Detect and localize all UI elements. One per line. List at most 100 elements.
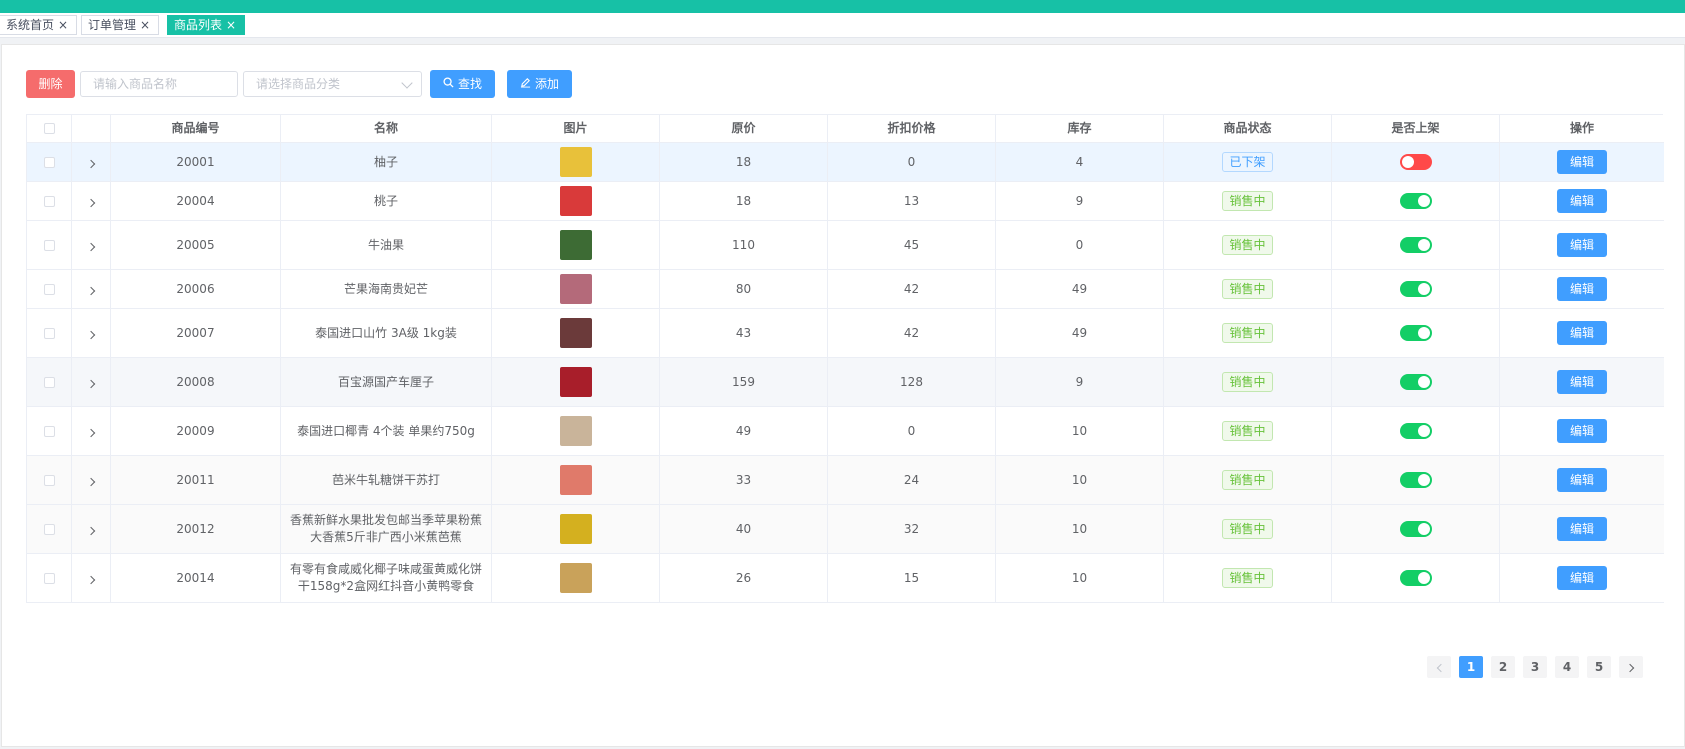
product-image [559, 367, 592, 397]
action-cell: 编辑 [1500, 309, 1664, 357]
listed-toggle[interactable] [1399, 281, 1432, 297]
tab-label: 商品列表 [174, 18, 223, 32]
page-button[interactable]: 5 [1587, 656, 1611, 678]
close-icon[interactable]: × [58, 16, 68, 34]
product-id-cell: 20004 [111, 182, 281, 220]
page-button[interactable]: 3 [1523, 656, 1547, 678]
listed-cell [1332, 182, 1500, 220]
product-name-input[interactable]: 请输入商品名称 [80, 71, 238, 97]
edit-button[interactable]: 编辑 [1557, 321, 1607, 345]
toggle-knob [1401, 156, 1414, 168]
tab-order-management[interactable]: 订单管理 × [81, 15, 160, 35]
chevron-left-icon [1436, 663, 1445, 673]
expand-arrow-icon[interactable] [86, 286, 96, 296]
edit-button[interactable]: 编辑 [1557, 370, 1607, 394]
edit-button[interactable]: 编辑 [1557, 277, 1607, 301]
product-image [559, 318, 592, 348]
add-button[interactable]: 添加 [507, 70, 572, 98]
discount-price-cell: 45 [828, 221, 996, 269]
original-price-cell: 33 [660, 456, 828, 504]
select-all-cell [27, 115, 72, 142]
row-checkbox[interactable] [43, 283, 55, 295]
expand-arrow-icon[interactable] [86, 526, 96, 536]
product-id-cell: 20001 [111, 143, 281, 181]
row-checkbox[interactable] [43, 195, 55, 207]
original-price-cell: 26 [660, 554, 828, 602]
expand-arrow-icon[interactable] [86, 477, 96, 487]
edit-button[interactable]: 编辑 [1557, 468, 1607, 492]
status-badge: 销售中 [1222, 191, 1273, 211]
listed-toggle[interactable] [1399, 423, 1432, 439]
page-button[interactable]: 2 [1491, 656, 1515, 678]
listed-toggle[interactable] [1399, 472, 1432, 488]
product-id-cell: 20006 [111, 270, 281, 308]
row-checkbox[interactable] [43, 156, 55, 168]
product-image [559, 147, 592, 177]
tab-label: 系统首页 [6, 18, 55, 32]
category-select[interactable]: 请选择商品分类 [243, 71, 422, 97]
discount-price-cell: 42 [828, 309, 996, 357]
status-badge: 已下架 [1222, 152, 1273, 172]
edit-button[interactable]: 编辑 [1557, 419, 1607, 443]
table-row: 20011 芭米牛轧糖饼干苏打 33 24 10 销售中 编辑 [27, 456, 1664, 505]
product-name-cell: 香蕉新鲜水果批发包邮当季苹果粉蕉大香蕉5斤非广西小米蕉芭蕉 [281, 505, 492, 553]
expand-arrow-icon[interactable] [86, 242, 96, 252]
edit-button[interactable]: 编辑 [1557, 150, 1607, 174]
listed-toggle[interactable] [1399, 521, 1432, 537]
listed-toggle[interactable] [1399, 154, 1432, 170]
row-checkbox[interactable] [43, 425, 55, 437]
column-header: 图片 [492, 115, 660, 142]
search-button[interactable]: 查找 [430, 70, 495, 98]
expand-cell [72, 309, 111, 357]
expand-arrow-icon[interactable] [86, 379, 96, 389]
listed-cell [1332, 554, 1500, 602]
page-button[interactable]: 1 [1459, 656, 1483, 678]
close-icon[interactable]: × [140, 16, 150, 34]
listed-toggle[interactable] [1399, 374, 1432, 390]
tab-product-list[interactable]: 商品列表 × [167, 15, 246, 35]
edit-button[interactable]: 编辑 [1557, 517, 1607, 541]
expand-arrow-icon[interactable] [86, 198, 96, 208]
tab-home[interactable]: 系统首页 × [0, 15, 78, 35]
product-name-cell: 有零有食咸威化椰子味咸蛋黄威化饼干158g*2盒网红抖音小黄鸭零食 [281, 554, 492, 602]
product-image [559, 416, 592, 446]
expand-arrow-icon[interactable] [86, 428, 96, 438]
listed-toggle[interactable] [1399, 193, 1432, 209]
product-id-cell: 20009 [111, 407, 281, 455]
prev-page-button[interactable] [1427, 656, 1451, 678]
row-checkbox[interactable] [43, 239, 55, 251]
stock-cell: 10 [996, 505, 1164, 553]
edit-button[interactable]: 编辑 [1557, 189, 1607, 213]
expand-cell [72, 143, 111, 181]
listed-toggle[interactable] [1399, 237, 1432, 253]
expand-cell [72, 554, 111, 602]
table-row: 20006 芒果海南贵妃芒 80 42 49 销售中 编辑 [27, 270, 1664, 309]
next-page-button[interactable] [1619, 656, 1643, 678]
product-name-cell: 牛油果 [281, 221, 492, 269]
close-icon[interactable]: × [226, 16, 236, 34]
expand-header [72, 115, 111, 142]
expand-arrow-icon[interactable] [86, 159, 96, 169]
delete-button[interactable]: 删除 [26, 70, 75, 98]
select-all-checkbox[interactable] [43, 123, 55, 134]
row-checkbox[interactable] [43, 572, 55, 584]
row-checkbox[interactable] [43, 376, 55, 388]
row-checkbox[interactable] [43, 327, 55, 339]
stock-cell: 49 [996, 309, 1164, 357]
edit-button[interactable]: 编辑 [1557, 566, 1607, 590]
checkbox-cell [27, 143, 72, 181]
listed-toggle[interactable] [1399, 570, 1432, 586]
checkbox-cell [27, 270, 72, 308]
row-checkbox[interactable] [43, 474, 55, 486]
listed-toggle[interactable] [1399, 325, 1432, 341]
row-checkbox[interactable] [43, 523, 55, 535]
edit-icon [520, 70, 531, 98]
original-price-cell: 159 [660, 358, 828, 406]
edit-button[interactable]: 编辑 [1557, 233, 1607, 257]
page-button[interactable]: 4 [1555, 656, 1579, 678]
action-cell: 编辑 [1500, 505, 1664, 553]
checkbox-cell [27, 182, 72, 220]
expand-arrow-icon[interactable] [86, 330, 96, 340]
discount-price-cell: 42 [828, 270, 996, 308]
expand-arrow-icon[interactable] [86, 575, 96, 585]
